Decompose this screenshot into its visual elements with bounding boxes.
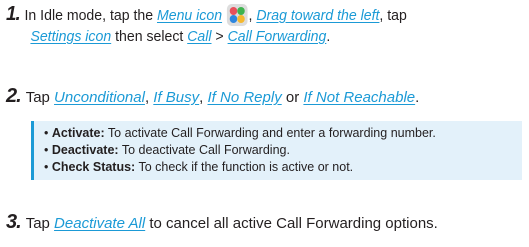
- note-item-deactivate: • Deactivate: To deactivate Call Forward…: [44, 143, 290, 157]
- step-number: 3.: [6, 211, 22, 233]
- step-number: 1.: [6, 3, 21, 25]
- menu-grid-icon[interactable]: [226, 4, 248, 26]
- note-item-check-status: • Check Status: To check if the function…: [44, 160, 354, 174]
- menu-icon-link[interactable]: Menu icon: [157, 7, 222, 24]
- step-number: 2.: [6, 85, 22, 107]
- if-no-reply-link[interactable]: If No Reply: [208, 89, 282, 106]
- step-1-line-2: Settings icon then select Call > Call Fo…: [30, 28, 331, 45]
- drag-left-link[interactable]: Drag toward the left: [256, 7, 379, 24]
- call-link[interactable]: Call: [187, 28, 211, 45]
- options-note-box: • Activate: To activate Call Forwarding …: [31, 121, 522, 180]
- if-busy-link[interactable]: If Busy: [153, 89, 199, 106]
- deactivate-all-link[interactable]: Deactivate All: [54, 215, 145, 232]
- note-item-activate: • Activate: To activate Call Forwarding …: [44, 126, 436, 140]
- step-1: 1. In Idle mode, tap the Menu icon , Drag…: [6, 4, 495, 47]
- step-text: In Idle mode, tap the: [24, 7, 154, 24]
- step-2: 2. Tap Unconditional, If Busy, If No Repl…: [6, 85, 420, 107]
- if-not-reachable-link[interactable]: If Not Reachable: [303, 89, 415, 106]
- call-forwarding-link[interactable]: Call Forwarding: [228, 28, 327, 45]
- step-3: 3. Tap Deactivate All to cancel all activ…: [6, 211, 438, 233]
- unconditional-link[interactable]: Unconditional: [54, 89, 145, 106]
- settings-icon-link[interactable]: Settings icon: [30, 28, 111, 45]
